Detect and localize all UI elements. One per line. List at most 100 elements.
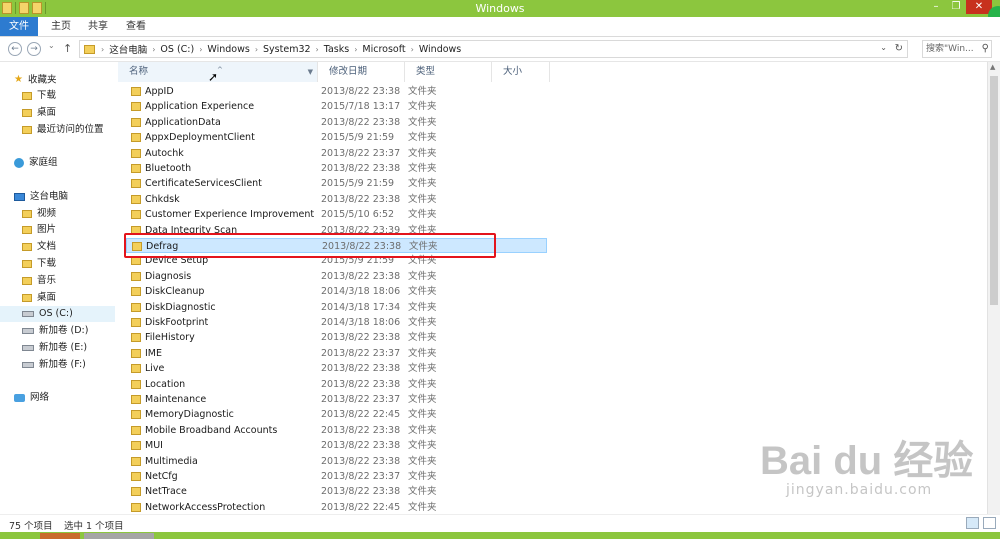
breadcrumb-microsoft[interactable]: Microsoft bbox=[362, 44, 405, 55]
nav-volume-d[interactable]: 新加卷 (D:) bbox=[22, 323, 88, 339]
table-row[interactable]: DiskDiagnostic 2014/3/18 17:34 文件夹 bbox=[126, 300, 547, 315]
breadcrumb-tasks[interactable]: Tasks bbox=[324, 44, 349, 55]
nav-volume-f[interactable]: 新加卷 (F:) bbox=[22, 357, 86, 373]
folder-icon bbox=[131, 487, 141, 497]
watermark-logo: Bai du 经验 bbox=[760, 439, 974, 483]
nav-downloads-pc[interactable]: 下载 bbox=[22, 256, 56, 272]
breadcrumb-system32[interactable]: System32 bbox=[263, 44, 311, 55]
table-row[interactable]: Live 2013/8/22 23:38 文件夹 bbox=[126, 361, 547, 376]
nav-downloads[interactable]: 下载 bbox=[22, 88, 56, 104]
folder-icon bbox=[131, 102, 141, 112]
taskbar-button[interactable] bbox=[40, 533, 80, 539]
table-row[interactable]: FileHistory 2013/8/22 23:38 文件夹 bbox=[126, 330, 547, 345]
breadcrumb-separator[interactable]: › bbox=[255, 45, 258, 54]
column-header-size[interactable]: 大小 bbox=[492, 62, 550, 82]
table-row[interactable]: NetCfg 2013/8/22 23:37 文件夹 bbox=[126, 469, 547, 484]
table-row[interactable]: AppxDeploymentClient 2015/5/9 21:59 文件夹 bbox=[126, 130, 547, 145]
scroll-up-icon[interactable]: ▲ bbox=[990, 63, 995, 71]
tab-share[interactable]: 共享 bbox=[82, 17, 114, 36]
file-date: 2013/8/22 23:37 bbox=[321, 347, 401, 359]
folder-icon bbox=[131, 302, 141, 312]
nav-music[interactable]: 音乐 bbox=[22, 273, 56, 289]
breadcrumb-os-c[interactable]: OS (C:) bbox=[160, 44, 194, 55]
table-row[interactable]: MUI 2013/8/22 23:38 文件夹 bbox=[126, 438, 547, 453]
nav-label: 新加卷 (D:) bbox=[39, 325, 89, 336]
vertical-scrollbar[interactable]: ▲ bbox=[987, 62, 1000, 514]
file-name: Maintenance bbox=[145, 394, 207, 405]
table-row[interactable]: DiskCleanup 2014/3/18 18:06 文件夹 bbox=[126, 284, 547, 299]
table-row[interactable]: CertificateServicesClient 2015/5/9 21:59 文… bbox=[126, 176, 547, 191]
column-header-type[interactable]: 类型 bbox=[405, 62, 492, 82]
table-row[interactable]: Mobile Broadband Accounts 2013/8/22 23:38… bbox=[126, 423, 547, 438]
nav-desktop[interactable]: 桌面 bbox=[22, 105, 56, 121]
back-button[interactable]: ← bbox=[8, 42, 22, 56]
drive-icon bbox=[22, 344, 34, 351]
nav-network[interactable]: 网络 bbox=[14, 390, 49, 406]
table-row[interactable]: IME 2013/8/22 23:37 文件夹 bbox=[126, 346, 547, 361]
restore-button[interactable]: ❐ bbox=[946, 0, 966, 14]
table-row[interactable]: Chkdsk 2013/8/22 23:38 文件夹 bbox=[126, 192, 547, 207]
file-name: NetworkAccessProtection bbox=[145, 501, 266, 513]
file-name: MemoryDiagnostic bbox=[145, 409, 234, 421]
table-row[interactable]: MemoryDiagnostic 2013/8/22 22:45 文件夹 bbox=[126, 407, 547, 422]
table-row[interactable]: Autochk 2013/8/22 23:37 文件夹 bbox=[126, 146, 547, 161]
breadcrumb-windows-current[interactable]: Windows bbox=[419, 44, 461, 55]
forward-button[interactable]: → bbox=[27, 42, 41, 56]
nav-homegroup[interactable]: 家庭组 bbox=[14, 155, 58, 171]
table-row[interactable]: Location 2013/8/22 23:38 文件夹 bbox=[126, 377, 547, 392]
table-row[interactable]: Bluetooth 2013/8/22 23:38 文件夹 bbox=[126, 161, 547, 176]
table-row[interactable]: Multimedia 2013/8/22 23:38 文件夹 bbox=[126, 454, 547, 469]
table-row[interactable]: Maintenance 2013/8/22 23:37 文件夹 bbox=[126, 392, 547, 407]
taskbar-button[interactable] bbox=[84, 533, 154, 539]
table-row[interactable]: Diagnosis 2013/8/22 23:38 文件夹 bbox=[126, 269, 547, 284]
tab-file[interactable]: 文件 bbox=[0, 17, 38, 36]
nav-this-pc[interactable]: 这台电脑 bbox=[14, 189, 68, 205]
nav-documents[interactable]: 文档 bbox=[22, 239, 56, 255]
chevron-down-icon[interactable]: ▼ bbox=[308, 62, 313, 82]
breadcrumb-separator[interactable]: › bbox=[411, 45, 414, 54]
nav-label: 网络 bbox=[30, 392, 50, 403]
column-header-date[interactable]: 修改日期 bbox=[318, 62, 405, 82]
address-dropdown-icon[interactable]: ⌄ bbox=[880, 43, 887, 52]
nav-desktop-pc[interactable]: 桌面 bbox=[22, 290, 56, 306]
address-path[interactable]: › 这台电脑 › OS (C:) › Windows › System32 › … bbox=[79, 40, 908, 58]
file-type: 文件夹 bbox=[408, 86, 437, 97]
table-row[interactable]: AppID 2013/8/22 23:38 文件夹 bbox=[126, 84, 547, 99]
tab-view[interactable]: 查看 bbox=[120, 17, 152, 36]
breadcrumb-this-pc[interactable]: 这台电脑 bbox=[109, 42, 147, 56]
nav-favorites[interactable]: ★ 收藏夹 bbox=[14, 72, 56, 88]
scrollbar-thumb[interactable] bbox=[990, 76, 998, 305]
file-date: 2015/5/10 6:52 bbox=[321, 209, 395, 221]
nav-os-c[interactable]: OS (C:) bbox=[0, 306, 115, 322]
refresh-icon[interactable]: ↻ bbox=[895, 43, 903, 54]
nav-pictures[interactable]: 图片 bbox=[22, 222, 56, 238]
nav-videos[interactable]: 视频 bbox=[22, 206, 56, 222]
file-name: Autochk bbox=[145, 147, 184, 159]
table-row[interactable]: Application Experience 2015/7/18 13:17 文件夹 bbox=[126, 99, 547, 114]
table-row[interactable]: ApplicationData 2013/8/22 23:38 文件夹 bbox=[126, 115, 547, 130]
minimize-button[interactable]: – bbox=[926, 0, 946, 14]
breadcrumb-separator[interactable]: › bbox=[199, 45, 202, 54]
nav-volume-e[interactable]: 新加卷 (E:) bbox=[22, 340, 87, 356]
search-placeholder: 搜索"Win... bbox=[926, 44, 974, 54]
table-row[interactable]: NetworkAccessProtection 2013/8/22 22:45 文件… bbox=[126, 500, 547, 514]
large-icons-view-button[interactable] bbox=[983, 517, 996, 529]
search-input[interactable]: 搜索"Win... ⚲ bbox=[922, 40, 992, 58]
breadcrumb-separator[interactable]: › bbox=[101, 45, 104, 54]
table-row[interactable]: NetTrace 2013/8/22 23:38 文件夹 bbox=[126, 484, 547, 499]
search-icon[interactable]: ⚲ bbox=[982, 41, 989, 57]
breadcrumb-separator[interactable]: › bbox=[354, 45, 357, 54]
navigation-pane: ★ 收藏夹 下载 桌面 最近访问的位置 家庭组 这台电脑 视频 图片 文档 下载 … bbox=[0, 62, 115, 514]
file-name: Bluetooth bbox=[145, 163, 192, 174]
file-name: NetCfg bbox=[145, 471, 178, 482]
recent-locations-button[interactable]: ⌄ bbox=[48, 41, 55, 50]
up-button[interactable]: ↑ bbox=[63, 42, 72, 55]
tab-home[interactable]: 主页 bbox=[45, 17, 77, 36]
breadcrumb-separator[interactable]: › bbox=[316, 45, 319, 54]
breadcrumb-separator[interactable]: › bbox=[152, 45, 155, 54]
file-type: 文件夹 bbox=[408, 455, 437, 467]
table-row[interactable]: DiskFootprint 2014/3/18 18:06 文件夹 bbox=[126, 315, 547, 330]
table-row[interactable]: Customer Experience Improvement P... 2015… bbox=[126, 207, 547, 222]
breadcrumb-windows[interactable]: Windows bbox=[207, 44, 249, 55]
nav-recent-places[interactable]: 最近访问的位置 bbox=[22, 122, 104, 138]
